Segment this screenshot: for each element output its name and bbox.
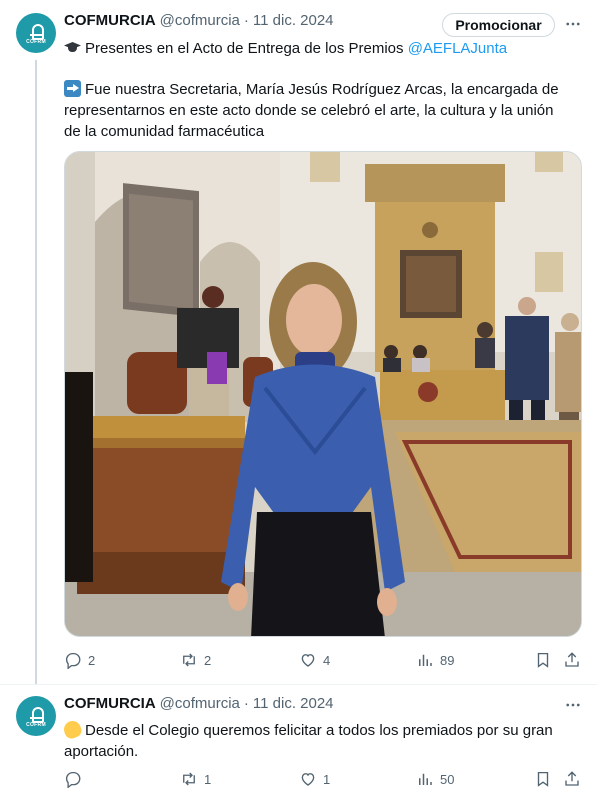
heart-icon xyxy=(301,773,315,786)
reply-button[interactable]: 2 xyxy=(64,650,95,670)
analytics-icon xyxy=(419,773,432,785)
tweet-actions: 2 2 4 89 xyxy=(64,650,584,670)
avatar[interactable]: COFRM xyxy=(16,13,56,53)
author-handle[interactable]: @cofmurcia xyxy=(160,12,240,29)
heart-icon xyxy=(301,654,315,667)
view-count: 50 xyxy=(440,771,455,787)
bookmark-button[interactable] xyxy=(534,769,552,789)
like-button[interactable]: 4 xyxy=(299,650,330,670)
right-arrow-emoji xyxy=(64,80,81,97)
reply-icon xyxy=(65,652,81,669)
reply-count: 2 xyxy=(88,652,96,668)
repost-icon xyxy=(183,653,195,667)
photo-image xyxy=(65,152,581,636)
author-handle[interactable]: @cofmurcia xyxy=(160,695,240,712)
repost-count: 1 xyxy=(204,771,212,787)
views-button[interactable]: 50 xyxy=(416,769,454,789)
thread-connector xyxy=(35,60,37,684)
more-options-icon[interactable] xyxy=(562,14,584,34)
tweet-date[interactable]: 11 dic. 2024 xyxy=(253,12,334,29)
tweet-actions: 1 1 50 xyxy=(64,769,584,789)
repost-icon xyxy=(183,772,195,786)
separator-dot: · xyxy=(243,12,249,29)
graduation-cap-emoji xyxy=(64,39,81,56)
tweet-header: COFMURCIA @cofmurcia · 11 dic. 2024 xyxy=(64,695,334,712)
author-name[interactable]: COFMURCIA xyxy=(64,695,156,712)
avatar[interactable]: COFRM xyxy=(16,696,56,736)
bookmark-icon xyxy=(537,771,549,787)
tweet-text-paragraph: Fue nuestra Secretaria, María Jesús Rodr… xyxy=(64,79,569,142)
repost-button[interactable]: 2 xyxy=(180,650,211,670)
share-icon xyxy=(565,771,579,786)
pharmacy-logo-icon xyxy=(28,23,44,40)
share-icon xyxy=(565,652,579,667)
repost-count: 2 xyxy=(204,652,212,668)
author-name[interactable]: COFMURCIA xyxy=(64,12,156,29)
tweet[interactable]: COFRM COFMURCIA @cofmurcia · 11 dic. 202… xyxy=(0,0,597,684)
tweet-photo[interactable] xyxy=(64,151,582,637)
share-button[interactable] xyxy=(563,769,581,789)
tweet-text-paragraph: Desde el Colegio queremos felicitar a to… xyxy=(61,718,569,762)
tweet-text-line1: Presentes en el Acto de Entrega de los P… xyxy=(64,38,569,59)
clapping-hands-emoji xyxy=(61,718,84,741)
views-button[interactable]: 89 xyxy=(416,650,454,670)
pharmacy-logo-icon xyxy=(28,706,44,723)
bookmark-button[interactable] xyxy=(534,650,552,670)
tweet-text: Desde el Colegio queremos felicitar a to… xyxy=(64,722,553,760)
tweet[interactable]: COFRM COFMURCIA @cofmurcia · 11 dic. 202… xyxy=(0,684,597,802)
repost-button[interactable]: 1 xyxy=(180,769,211,789)
like-count: 4 xyxy=(323,652,331,668)
analytics-icon xyxy=(419,654,432,666)
tweet-header: COFMURCIA @cofmurcia · 11 dic. 2024 xyxy=(64,12,334,29)
share-button[interactable] xyxy=(563,650,581,670)
like-button[interactable]: 1 xyxy=(299,769,330,789)
promote-button[interactable]: Promocionar xyxy=(442,13,555,37)
tweet-text: Presentes en el Acto de Entrega de los P… xyxy=(85,40,408,57)
reply-icon xyxy=(65,771,81,788)
view-count: 89 xyxy=(440,652,455,668)
tweet-date[interactable]: 11 dic. 2024 xyxy=(253,695,334,712)
more-options-icon[interactable] xyxy=(562,695,584,715)
reply-button[interactable] xyxy=(64,769,88,789)
tweet-text: Fue nuestra Secretaria, María Jesús Rodr… xyxy=(64,81,559,140)
mention-link[interactable]: @AEFLAJunta xyxy=(408,40,507,57)
bookmark-icon xyxy=(537,652,549,668)
separator-dot: · xyxy=(243,695,249,712)
like-count: 1 xyxy=(323,771,331,787)
